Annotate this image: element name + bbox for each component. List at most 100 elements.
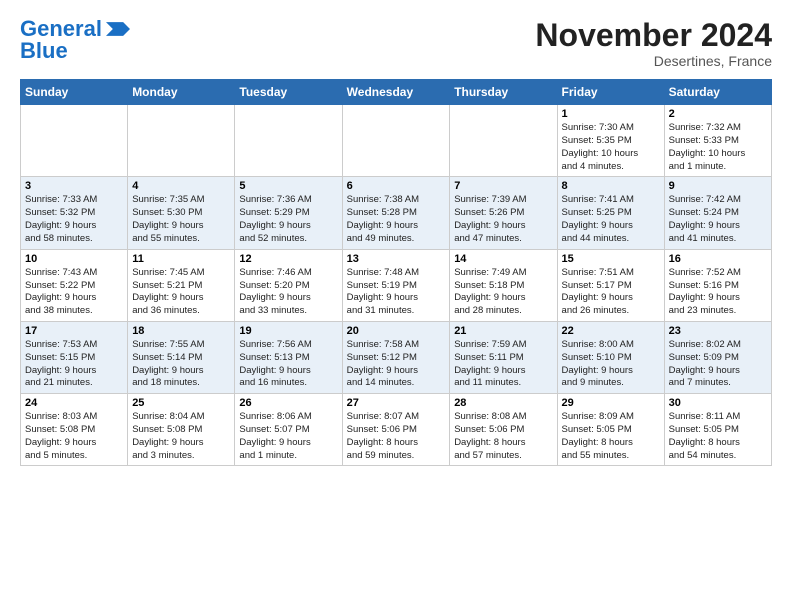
table-row <box>342 105 450 177</box>
day-info: Sunrise: 7:45 AM Sunset: 5:21 PM Dayligh… <box>132 267 230 318</box>
subtitle: Desertines, France <box>535 53 772 69</box>
day-info: Sunrise: 7:33 AM Sunset: 5:32 PM Dayligh… <box>25 194 123 245</box>
table-row: 27 Sunrise: 8:07 AM Sunset: 5:06 PM Dayli… <box>342 394 450 466</box>
table-row: 12 Sunrise: 7:46 AM Sunset: 5:20 PM Dayli… <box>235 249 342 321</box>
table-row: 8Sunrise: 7:41 AM Sunset: 5:25 PM Daylig… <box>557 177 664 249</box>
table-row <box>21 105 128 177</box>
col-monday: Monday <box>128 80 235 105</box>
calendar-week-row: 10 Sunrise: 7:43 AM Sunset: 5:22 PM Dayli… <box>21 249 772 321</box>
table-row: 16Sunrise: 7:52 AM Sunset: 5:16 PM Dayli… <box>664 249 771 321</box>
day-info: Sunrise: 7:42 AM Sunset: 5:24 PM Dayligh… <box>669 194 767 245</box>
table-row: 9 Sunrise: 7:42 AM Sunset: 5:24 PM Daylig… <box>664 177 771 249</box>
table-row: 11Sunrise: 7:45 AM Sunset: 5:21 PM Dayli… <box>128 249 235 321</box>
day-number: 3 <box>25 180 123 192</box>
day-number: 29 <box>562 397 660 409</box>
table-row: 4 Sunrise: 7:35 AM Sunset: 5:30 PM Daylig… <box>128 177 235 249</box>
day-info: Sunrise: 7:35 AM Sunset: 5:30 PM Dayligh… <box>132 194 230 245</box>
day-info: Sunrise: 7:49 AM Sunset: 5:18 PM Dayligh… <box>454 267 552 318</box>
header: General Blue November 2024 Desertines, F… <box>20 18 772 69</box>
day-number: 27 <box>347 397 446 409</box>
table-row: 13 Sunrise: 7:48 AM Sunset: 5:19 PM Dayli… <box>342 249 450 321</box>
calendar-week-row: 17Sunrise: 7:53 AM Sunset: 5:15 PM Dayli… <box>21 321 772 393</box>
table-row <box>450 105 557 177</box>
table-row: 26 Sunrise: 8:06 AM Sunset: 5:07 PM Dayli… <box>235 394 342 466</box>
calendar-table: Sunday Monday Tuesday Wednesday Thursday… <box>20 79 772 466</box>
calendar-week-row: 24 Sunrise: 8:03 AM Sunset: 5:08 PM Dayli… <box>21 394 772 466</box>
day-number: 1 <box>562 108 660 120</box>
logo-icon <box>106 22 130 36</box>
col-thursday: Thursday <box>450 80 557 105</box>
calendar-header-row: Sunday Monday Tuesday Wednesday Thursday… <box>21 80 772 105</box>
table-row: 18Sunrise: 7:55 AM Sunset: 5:14 PM Dayli… <box>128 321 235 393</box>
day-info: Sunrise: 8:08 AM Sunset: 5:06 PM Dayligh… <box>454 411 552 462</box>
day-number: 19 <box>239 325 337 337</box>
calendar-week-row: 3 Sunrise: 7:33 AM Sunset: 5:32 PM Daylig… <box>21 177 772 249</box>
table-row: 25Sunrise: 8:04 AM Sunset: 5:08 PM Dayli… <box>128 394 235 466</box>
table-row: 5Sunrise: 7:36 AM Sunset: 5:29 PM Daylig… <box>235 177 342 249</box>
day-number: 23 <box>669 325 767 337</box>
col-saturday: Saturday <box>664 80 771 105</box>
logo: General Blue <box>20 18 130 62</box>
day-number: 8 <box>562 180 660 192</box>
day-info: Sunrise: 7:38 AM Sunset: 5:28 PM Dayligh… <box>347 194 446 245</box>
day-number: 25 <box>132 397 230 409</box>
day-info: Sunrise: 7:46 AM Sunset: 5:20 PM Dayligh… <box>239 267 337 318</box>
day-number: 10 <box>25 253 123 265</box>
day-info: Sunrise: 7:39 AM Sunset: 5:26 PM Dayligh… <box>454 194 552 245</box>
day-info: Sunrise: 7:55 AM Sunset: 5:14 PM Dayligh… <box>132 339 230 390</box>
day-info: Sunrise: 7:53 AM Sunset: 5:15 PM Dayligh… <box>25 339 123 390</box>
day-info: Sunrise: 8:02 AM Sunset: 5:09 PM Dayligh… <box>669 339 767 390</box>
day-number: 6 <box>347 180 446 192</box>
calendar-week-row: 1 Sunrise: 7:30 AM Sunset: 5:35 PM Daylig… <box>21 105 772 177</box>
title-block: November 2024 Desertines, France <box>535 18 772 69</box>
table-row: 21Sunrise: 7:59 AM Sunset: 5:11 PM Dayli… <box>450 321 557 393</box>
day-number: 21 <box>454 325 552 337</box>
table-row: 1 Sunrise: 7:30 AM Sunset: 5:35 PM Daylig… <box>557 105 664 177</box>
day-info: Sunrise: 7:32 AM Sunset: 5:33 PM Dayligh… <box>669 122 767 173</box>
table-row: 7 Sunrise: 7:39 AM Sunset: 5:26 PM Daylig… <box>450 177 557 249</box>
day-number: 16 <box>669 253 767 265</box>
day-info: Sunrise: 8:09 AM Sunset: 5:05 PM Dayligh… <box>562 411 660 462</box>
day-number: 28 <box>454 397 552 409</box>
day-info: Sunrise: 8:07 AM Sunset: 5:06 PM Dayligh… <box>347 411 446 462</box>
day-info: Sunrise: 8:00 AM Sunset: 5:10 PM Dayligh… <box>562 339 660 390</box>
table-row: 14Sunrise: 7:49 AM Sunset: 5:18 PM Dayli… <box>450 249 557 321</box>
day-number: 30 <box>669 397 767 409</box>
table-row: 28 Sunrise: 8:08 AM Sunset: 5:06 PM Dayli… <box>450 394 557 466</box>
day-info: Sunrise: 7:58 AM Sunset: 5:12 PM Dayligh… <box>347 339 446 390</box>
day-number: 4 <box>132 180 230 192</box>
day-number: 7 <box>454 180 552 192</box>
table-row: 6 Sunrise: 7:38 AM Sunset: 5:28 PM Daylig… <box>342 177 450 249</box>
day-info: Sunrise: 7:56 AM Sunset: 5:13 PM Dayligh… <box>239 339 337 390</box>
day-info: Sunrise: 7:48 AM Sunset: 5:19 PM Dayligh… <box>347 267 446 318</box>
table-row: 20 Sunrise: 7:58 AM Sunset: 5:12 PM Dayli… <box>342 321 450 393</box>
day-number: 13 <box>347 253 446 265</box>
day-info: Sunrise: 7:43 AM Sunset: 5:22 PM Dayligh… <box>25 267 123 318</box>
table-row: 22Sunrise: 8:00 AM Sunset: 5:10 PM Dayli… <box>557 321 664 393</box>
day-number: 12 <box>239 253 337 265</box>
day-number: 24 <box>25 397 123 409</box>
col-sunday: Sunday <box>21 80 128 105</box>
month-title: November 2024 <box>535 18 772 53</box>
day-info: Sunrise: 8:03 AM Sunset: 5:08 PM Dayligh… <box>25 411 123 462</box>
col-wednesday: Wednesday <box>342 80 450 105</box>
page: General Blue November 2024 Desertines, F… <box>0 0 792 476</box>
table-row: 23 Sunrise: 8:02 AM Sunset: 5:09 PM Dayli… <box>664 321 771 393</box>
table-row: 30 Sunrise: 8:11 AM Sunset: 5:05 PM Dayli… <box>664 394 771 466</box>
table-row: 10 Sunrise: 7:43 AM Sunset: 5:22 PM Dayli… <box>21 249 128 321</box>
table-row: 24 Sunrise: 8:03 AM Sunset: 5:08 PM Dayli… <box>21 394 128 466</box>
day-number: 26 <box>239 397 337 409</box>
day-info: Sunrise: 7:30 AM Sunset: 5:35 PM Dayligh… <box>562 122 660 173</box>
table-row: 17Sunrise: 7:53 AM Sunset: 5:15 PM Dayli… <box>21 321 128 393</box>
day-number: 20 <box>347 325 446 337</box>
day-info: Sunrise: 7:51 AM Sunset: 5:17 PM Dayligh… <box>562 267 660 318</box>
day-info: Sunrise: 8:11 AM Sunset: 5:05 PM Dayligh… <box>669 411 767 462</box>
col-tuesday: Tuesday <box>235 80 342 105</box>
table-row <box>235 105 342 177</box>
day-number: 9 <box>669 180 767 192</box>
table-row: 19 Sunrise: 7:56 AM Sunset: 5:13 PM Dayli… <box>235 321 342 393</box>
day-number: 5 <box>239 180 337 192</box>
day-number: 15 <box>562 253 660 265</box>
table-row: 29 Sunrise: 8:09 AM Sunset: 5:05 PM Dayli… <box>557 394 664 466</box>
day-info: Sunrise: 8:06 AM Sunset: 5:07 PM Dayligh… <box>239 411 337 462</box>
